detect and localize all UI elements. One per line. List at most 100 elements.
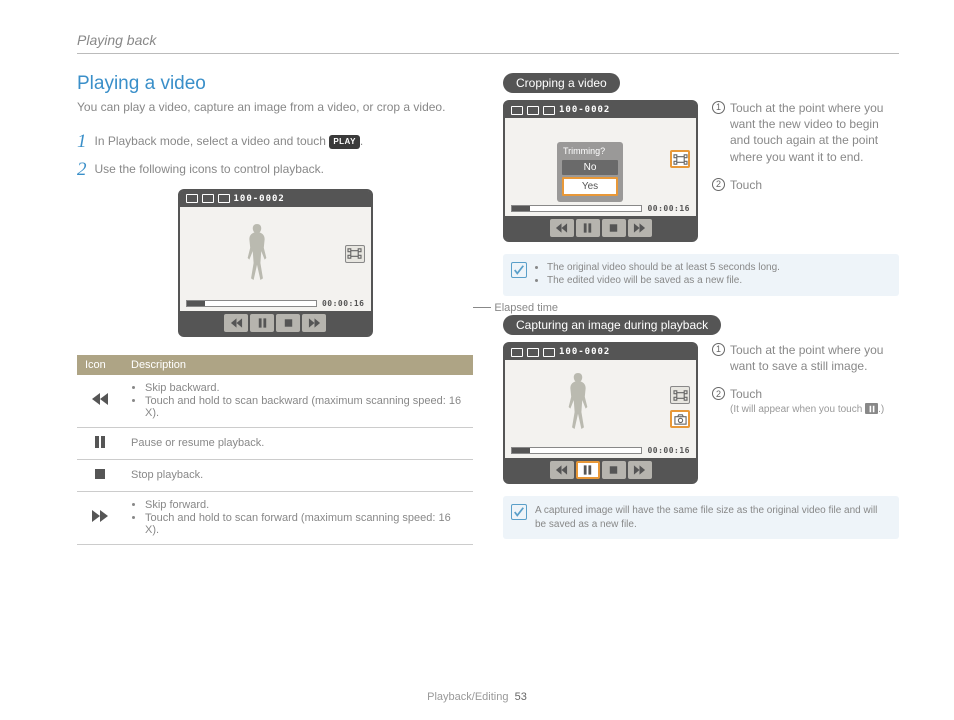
note-box: The original video should be at least 5 … [503, 254, 899, 296]
table-row: Skip backward.Touch and hold to scan bac… [77, 375, 473, 428]
icon-cell [77, 427, 123, 459]
table-row: Pause or resume playback. [77, 427, 473, 459]
screen-statusbar: 100-0002 [505, 102, 696, 118]
playback-controls [180, 311, 371, 335]
left-column: Playing a video You can play a video, ca… [77, 73, 473, 558]
capture-block: 100-0002 00:00:16 [503, 342, 899, 484]
no-button[interactable]: No [562, 160, 618, 175]
yes-button[interactable]: Yes [562, 177, 618, 196]
playback-controls [505, 458, 696, 482]
skip-fwd-button[interactable] [628, 461, 652, 479]
storage-icon [543, 348, 555, 357]
table-header: Icon [77, 355, 123, 375]
capture-icon[interactable] [670, 410, 690, 428]
pause-button[interactable] [576, 461, 600, 479]
desc-cell: Skip backward.Touch and hold to scan bac… [123, 375, 473, 428]
step-item: 1 In Playback mode, select a video and t… [77, 132, 473, 151]
circle-num-icon: 2 [712, 387, 725, 400]
circle-num-icon: 1 [712, 101, 725, 114]
stop-button[interactable] [602, 219, 626, 237]
skip-back-icon [91, 392, 109, 406]
step-number: 2 [77, 160, 87, 179]
file-number: 100-0002 [234, 194, 285, 204]
stop-button[interactable] [602, 461, 626, 479]
device-screen-capture: 100-0002 00:00:16 [503, 342, 698, 484]
step-list: 1 In Playback mode, select a video and t… [77, 132, 473, 179]
info-icon [511, 504, 527, 520]
device-screen-crop: 100-0002 Trimming? No Yes 00:00:16 [503, 100, 698, 242]
progress-row: 00:00:16 [505, 446, 696, 458]
intro-text: You can play a video, capture an image f… [77, 99, 473, 116]
elapsed-time: 00:00:16 [322, 299, 365, 308]
play-chip-icon: PLAY [329, 135, 360, 149]
skip-fwd-button[interactable] [302, 314, 326, 332]
battery-icon [527, 348, 539, 357]
desc-cell: Pause or resume playback. [123, 427, 473, 459]
playback-controls [505, 216, 696, 240]
skip-back-button[interactable] [550, 219, 574, 237]
page-title: Playing a video [77, 73, 473, 95]
battery-icon [202, 194, 214, 203]
annotation: 2Touch [712, 177, 899, 193]
table-row: Skip forward.Touch and hold to scan forw… [77, 491, 473, 544]
crop-icon[interactable] [670, 386, 690, 404]
breadcrumb: Playing back [77, 32, 899, 54]
pause-button[interactable] [576, 219, 600, 237]
stop-icon [91, 467, 109, 481]
crop-block: 100-0002 Trimming? No Yes 00:00:16 [503, 100, 899, 242]
crop-icon[interactable] [670, 150, 690, 168]
trimming-dialog: Trimming? No Yes [557, 142, 623, 202]
step-item: 2 Use the following icons to control pla… [77, 160, 473, 179]
progress-bar[interactable] [186, 300, 317, 307]
storage-icon [218, 194, 230, 203]
screen-viewport: Trimming? No Yes [505, 118, 696, 204]
step-text: In Playback mode, select a video and tou… [95, 132, 474, 150]
progress-bar[interactable] [511, 447, 642, 454]
circle-num-icon: 2 [712, 178, 725, 191]
progress-row: 00:00:16 [180, 299, 371, 311]
icon-cell [77, 375, 123, 428]
page-footer: Playback/Editing 53 [0, 691, 954, 703]
progress-bar[interactable] [511, 205, 642, 212]
playback-screenshot: 100-0002 00:00:16 [77, 189, 473, 337]
screen-viewport [505, 360, 696, 446]
icon-cell [77, 459, 123, 491]
step-number: 1 [77, 132, 87, 151]
battery-icon [527, 106, 539, 115]
skip-back-button[interactable] [224, 314, 248, 332]
content-columns: Playing a video You can play a video, ca… [77, 73, 899, 558]
desc-cell: Stop playback. [123, 459, 473, 491]
icon-cell [77, 491, 123, 544]
info-icon [511, 262, 527, 278]
right-column: Cropping a video 100-0002 Trimming? No Y… [503, 73, 899, 558]
storage-icon [543, 106, 555, 115]
icon-description-table: Icon Description Skip backward.Touch and… [77, 355, 473, 545]
play-mode-icon [511, 106, 523, 115]
elapsed-time: 00:00:16 [647, 204, 690, 213]
annotation: 2 Touch (It will appear when you touch .… [712, 386, 899, 416]
play-mode-icon [186, 194, 198, 203]
desc-cell: Skip forward.Touch and hold to scan forw… [123, 491, 473, 544]
silhouette-graphic [240, 221, 274, 283]
skip-fwd-button[interactable] [628, 219, 652, 237]
play-mode-icon [511, 348, 523, 357]
file-number: 100-0002 [559, 347, 610, 357]
circle-num-icon: 1 [712, 343, 725, 356]
pause-mini-icon [865, 403, 878, 414]
step-text: Use the following icons to control playb… [95, 160, 474, 178]
section-pill: Capturing an image during playback [503, 315, 721, 335]
stop-button[interactable] [276, 314, 300, 332]
crop-icon[interactable] [345, 245, 365, 263]
note-box: A captured image will have the same file… [503, 496, 899, 539]
manual-page: Playing back Playing a video You can pla… [0, 0, 954, 720]
section-pill: Cropping a video [503, 73, 620, 93]
table-header: Description [123, 355, 473, 375]
elapsed-time: 00:00:16 [647, 446, 690, 455]
screen-statusbar: 100-0002 [180, 191, 371, 207]
dialog-title: Trimming? [557, 146, 623, 158]
pause-button[interactable] [250, 314, 274, 332]
screen-statusbar: 100-0002 [505, 344, 696, 360]
skip-back-button[interactable] [550, 461, 574, 479]
file-number: 100-0002 [559, 105, 610, 115]
pause-icon [91, 435, 109, 449]
